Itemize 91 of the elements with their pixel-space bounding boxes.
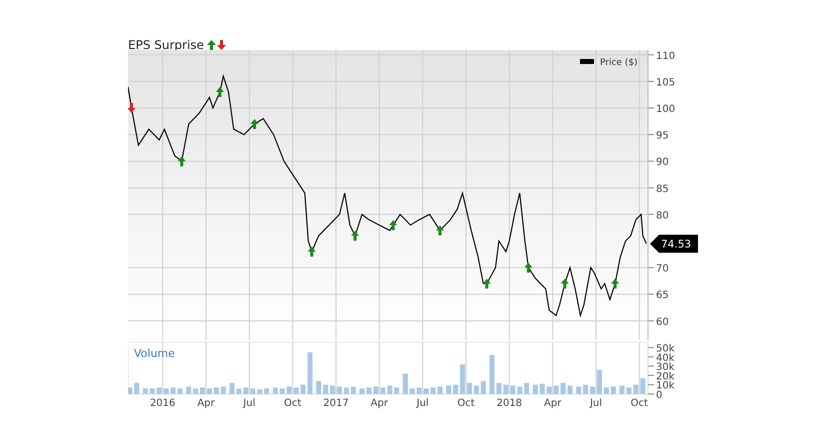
volume-bar [503, 384, 508, 394]
axis-label: 95 [656, 130, 669, 142]
volume-bar [453, 384, 458, 394]
axis-label: 20k [656, 371, 675, 382]
axis-label: 100 [656, 104, 676, 115]
volume-bar [193, 388, 198, 394]
volume-bar [416, 388, 422, 394]
volume-bar [257, 389, 262, 394]
axis-label: 60 [656, 316, 669, 328]
volume-bar [142, 388, 148, 394]
axis-label: 90 [656, 157, 669, 168]
up-arrow-marker [178, 156, 186, 166]
axis-label: 85 [656, 184, 669, 195]
legend-swatch [580, 59, 594, 64]
volume-bar [394, 388, 400, 394]
axis-label: 2016 [150, 398, 176, 409]
volume-bar [633, 384, 638, 394]
volume-bar [480, 381, 486, 394]
volume-bar [576, 386, 582, 394]
up-arrow-icon [206, 40, 216, 50]
chart-title: EPS Surprise [128, 38, 204, 52]
volume-bar [380, 388, 386, 394]
legend-label: Price ($) [600, 58, 638, 68]
volume-bar [316, 381, 322, 394]
axis-label: 70 [656, 264, 669, 275]
volume-bar [214, 388, 219, 394]
volume-bar [583, 384, 588, 394]
volume-bar [410, 388, 415, 394]
up-arrow-marker [216, 87, 224, 98]
axis-label: Apr [370, 398, 388, 409]
axis-label: 2018 [496, 398, 522, 409]
axis-label: Apr [197, 398, 215, 409]
volume-bar [350, 386, 356, 394]
volume-bar [446, 386, 452, 394]
up-arrow-marker [560, 278, 569, 289]
axis-label: Apr [544, 398, 562, 409]
axis-label: 80 [656, 210, 669, 222]
up-arrow-marker [351, 230, 360, 241]
axis-label: 2017 [323, 398, 349, 409]
up-arrow-marker [308, 246, 316, 257]
axis-label: 0 [656, 390, 662, 401]
volume-bar [610, 386, 616, 394]
volume-bar [517, 386, 522, 394]
axis-label: Jul [243, 398, 256, 409]
up-arrow-marker [482, 278, 491, 289]
axis-label: Oct [630, 398, 648, 409]
axis-label: Jul [416, 398, 429, 409]
axis-label: 10k [656, 380, 675, 392]
volume-bar [510, 386, 516, 394]
volume-bar [220, 386, 226, 394]
volume-bar [640, 378, 646, 394]
volume-label: Volume [134, 347, 175, 360]
volume-bar [474, 386, 479, 394]
up-arrow-marker [524, 262, 532, 273]
axis-label: 110 [656, 50, 676, 62]
up-arrow-marker [250, 118, 259, 129]
axis-label: 105 [656, 77, 676, 88]
volume-bar [387, 386, 392, 394]
volume-bar [323, 384, 328, 394]
volume-bar [286, 386, 292, 394]
volume-bar [164, 388, 169, 394]
volume-bar [243, 388, 248, 394]
volume-bar [186, 386, 192, 394]
volume-bar [532, 384, 538, 394]
axis-label: 40k [656, 352, 675, 364]
volume-bar [294, 388, 299, 394]
up-arrow-marker [389, 220, 398, 230]
down-arrow-marker [128, 103, 136, 113]
volume-bar [604, 388, 609, 394]
volume-bar [264, 388, 270, 394]
volume-bar [280, 388, 285, 394]
volume-bar [156, 388, 162, 394]
volume-bar [272, 388, 278, 394]
up-arrow-marker [611, 278, 620, 289]
volume-bar [344, 388, 349, 394]
volume-bar [150, 388, 155, 394]
volume-bar [540, 384, 545, 394]
down-arrow-icon [216, 40, 226, 50]
volume-bar [524, 382, 530, 394]
volume-bar [373, 386, 378, 394]
axis-label: Jul [590, 398, 602, 409]
axis-label: 65 [656, 290, 669, 302]
price-tag: 74.53 [650, 234, 698, 253]
axis-label: Oct [284, 398, 302, 409]
volume-bar [554, 386, 559, 394]
volume-bar [546, 386, 552, 394]
volume-bar [424, 388, 429, 394]
axis-label: Oct [457, 398, 475, 409]
volume-bar [402, 374, 408, 394]
up-arrow-marker [436, 225, 444, 236]
volume-bar [250, 388, 256, 394]
